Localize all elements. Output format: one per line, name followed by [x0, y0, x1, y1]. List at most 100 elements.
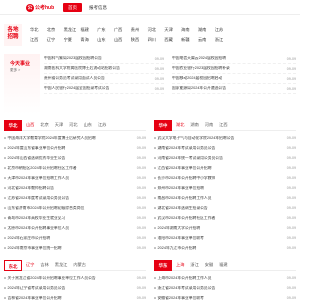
list-item-title[interactable]: 安徽省2024年事业单位联考	[156, 296, 283, 300]
list-item[interactable]: 青岛市2024年高校毕业生就业见习 09-09	[4, 213, 146, 223]
panel-tab[interactable]: 浙江	[190, 262, 198, 268]
list-item[interactable]: 武汉市2024年公开招聘社区工作者 09-09	[154, 213, 296, 223]
region-link[interactable]: 浙江	[215, 37, 232, 43]
list-item-title[interactable]: 天津市2024年事业单位招聘工作人员	[6, 176, 133, 181]
region-link[interactable]: 西藏	[164, 37, 181, 43]
list-item[interactable]: 长沙市2024年公开招聘中小学教师 09-09	[154, 173, 296, 183]
list-item-title[interactable]: 2024年石家庄市公开招聘	[6, 236, 133, 241]
featured-item-title[interactable]: 中国人民银行2024届全国招录考试公告	[44, 86, 109, 91]
list-item[interactable]: 中国海洋大学教育学院2024年度博士后研究人员招聘 09-09	[4, 133, 146, 143]
list-item-title[interactable]: 郑州市2024年事业单位招聘	[156, 186, 283, 191]
panel-tab[interactable]: 吉林	[40, 262, 48, 268]
list-item-title[interactable]: 河南省2024年统一考试录用公务员公告	[156, 156, 283, 161]
list-item[interactable]: 湖北省2024年选调生招录公告 09-09	[154, 203, 296, 213]
region-link[interactable]: 华北	[30, 27, 47, 33]
region-link[interactable]: 天津	[164, 27, 181, 33]
panel-tab[interactable]: 山西	[26, 122, 34, 128]
panel-tab[interactable]: 辽宁	[26, 262, 34, 268]
region-link[interactable]: 广西	[114, 27, 131, 33]
list-item-title[interactable]: 长沙市2024年公开招聘中小学教师	[156, 176, 283, 181]
region-link[interactable]: 辽宁	[47, 37, 64, 43]
list-item[interactable]: 江苏省2024年度考试录用公务员公告 09-09	[4, 193, 146, 203]
list-item-title[interactable]: 南昌市2024年公开招聘工作人员	[156, 196, 283, 201]
featured-item[interactable]: 中国人民银行2024届全国招录考试公告 09-09	[44, 84, 164, 94]
list-item[interactable]: 湖南省2024年考试录用公务员公告 09-09	[154, 143, 296, 153]
list-item[interactable]: 江西省2024年事业单位公开招聘 09-09	[154, 163, 296, 173]
list-item[interactable]: 南昌市2024年公开招聘工作人员 09-09	[154, 193, 296, 203]
nav-tab-home[interactable]: 首页	[63, 3, 82, 12]
featured-item-title[interactable]: 贵州省公务员考试录用面试人员公告	[44, 76, 105, 81]
region-link[interactable]: 江苏	[215, 27, 232, 33]
list-item-title[interactable]: 武汉大学电子气与自动化学院2024年招聘公告	[156, 136, 283, 141]
panel-tab[interactable]: 黑龙江	[55, 262, 68, 268]
list-item[interactable]: 关于黑龙江省2024年公开招聘事业单位工作人员公告 09-09	[4, 273, 146, 283]
featured-item[interactable]: 中国电信天翼云2024届校园招聘 09-09	[172, 54, 296, 64]
list-item[interactable]: 洛阳市2024年事业单位联考 09-09	[154, 233, 296, 243]
list-item[interactable]: 2024年湖南大学公开招聘 09-09	[154, 223, 296, 233]
featured-item[interactable]: 湖南医科大学附属医院博士后流动站招收公告 09-09	[44, 64, 164, 74]
panel-tab[interactable]: 山东	[84, 122, 92, 128]
region-link[interactable]: 湖南	[198, 27, 215, 33]
panel-tab[interactable]: 安徽	[205, 262, 213, 268]
panel-tab[interactable]: 北京	[40, 122, 48, 128]
list-item-title[interactable]: 武汉市2024年公开招聘社区工作者	[156, 216, 283, 221]
region-link[interactable]: 山东	[97, 37, 114, 43]
list-item[interactable]: 上海市2024年公开招聘工作人员 09-09	[154, 273, 296, 283]
featured-item[interactable]: 国家能源局2024年公开遴选公告 09-09	[172, 84, 296, 94]
list-item[interactable]: 2024年辽宁省考试录用公务员公告 09-09	[4, 283, 146, 293]
region-link[interactable]: 新疆	[181, 37, 198, 43]
list-item[interactable]: 河北省2024年教师招聘公告 09-09	[4, 183, 146, 193]
panel-tab[interactable]: 福建	[219, 262, 227, 268]
list-item-title[interactable]: 2024年山西省选调优秀毕业生公告	[6, 156, 133, 161]
region-link[interactable]: 贵州	[131, 27, 148, 33]
region-link[interactable]: 云南	[198, 37, 215, 43]
list-item[interactable]: 安徽省2024年事业单位联考 09-09	[154, 293, 296, 300]
panel-tab[interactable]: 天津	[55, 122, 63, 128]
region-link[interactable]: 山西	[114, 37, 131, 43]
list-item-title[interactable]: 上海市2024年公开招聘工作人员	[156, 276, 283, 281]
list-item-title[interactable]: 江苏省2024年度考试录用公务员公告	[6, 196, 133, 201]
list-item-title[interactable]: 青岛市2024年高校毕业生就业见习	[6, 216, 133, 221]
list-item[interactable]: 山东省济南市2024年公开招聘初级综合类岗位 09-09	[4, 203, 146, 213]
list-item[interactable]: 2024年石家庄市公开招聘 09-09	[4, 233, 146, 243]
region-link[interactable]: 河北	[148, 27, 165, 33]
featured-more-link[interactable]: 更多 >	[10, 68, 20, 73]
list-item[interactable]: 武汉大学电子气与自动化学院2024年招聘公告 09-09	[154, 133, 296, 143]
region-link[interactable]: 宁夏	[64, 37, 81, 43]
panel-tab[interactable]: 内蒙古	[73, 262, 86, 268]
featured-item[interactable]: 贵州省公务员考试录用面试人员公告 09-09	[44, 74, 164, 84]
list-item-title[interactable]: 浙江省2024年考试录用公务员公告	[156, 286, 283, 291]
list-item[interactable]: 2024年度山东省事业单位公开招聘 09-09	[4, 143, 146, 153]
region-link[interactable]: 陕西	[131, 37, 148, 43]
featured-item-title[interactable]: 中国农业银行2023届校园招聘补录	[172, 66, 230, 71]
panel-tab[interactable]: 江西	[219, 122, 227, 128]
list-item-title[interactable]: 湖南省2024年考试录用公务员公告	[156, 146, 283, 151]
featured-item-title[interactable]: 中国移动2024届校园招聘启动	[172, 76, 222, 81]
panel-tab[interactable]: 湖北	[176, 122, 184, 128]
region-link[interactable]: 海南	[181, 27, 198, 33]
featured-item[interactable]: 中国移动2024届校园招聘启动 09-09	[172, 74, 296, 84]
region-link[interactable]: 黑龙江	[64, 27, 81, 33]
nav-tab-info[interactable]: 报考信息	[84, 3, 112, 12]
list-item-title[interactable]: 2024年南京市事业单位统一招聘	[6, 246, 133, 251]
region-link[interactable]: 江西	[30, 37, 47, 43]
region-link[interactable]: 青海	[80, 37, 97, 43]
list-item-title[interactable]: 山东省济南市2024年公开招聘初级综合类岗位	[6, 206, 133, 211]
list-item[interactable]: 太原市2024年公开招聘事业单位人员 09-09	[4, 223, 146, 233]
list-item-title[interactable]: 湖北省2024年选调生招录公告	[156, 206, 283, 211]
panel-tab[interactable]: 湖南	[190, 122, 198, 128]
featured-item-title[interactable]: 中国科气象局2023届校园招聘公告	[44, 56, 102, 61]
region-link[interactable]: 福建	[80, 27, 97, 33]
featured-item[interactable]: 中国科气象局2023届校园招聘公告 09-09	[44, 54, 164, 64]
list-item-title[interactable]: 2024年辽宁省考试录用公务员公告	[6, 286, 133, 291]
panel-tab[interactable]: 河南	[205, 122, 213, 128]
list-item[interactable]: 北京市朝阳区2024年公开招聘社区工作者 09-09	[4, 163, 146, 173]
list-item-title[interactable]: 中国海洋大学教育学院2024年度博士后研究人员招聘	[6, 136, 133, 141]
list-item[interactable]: 浙江省2024年考试录用公务员公告 09-09	[154, 283, 296, 293]
region-link[interactable]: 四川	[148, 37, 165, 43]
panel-tab[interactable]: 江苏	[98, 122, 106, 128]
list-item-title[interactable]: 洛阳市2024年事业单位联考	[156, 236, 283, 241]
list-item-title[interactable]: 江西省2024年事业单位公开招聘	[156, 166, 283, 171]
panel-tab[interactable]: 河北	[69, 122, 77, 128]
region-link[interactable]: 广东	[97, 27, 114, 33]
